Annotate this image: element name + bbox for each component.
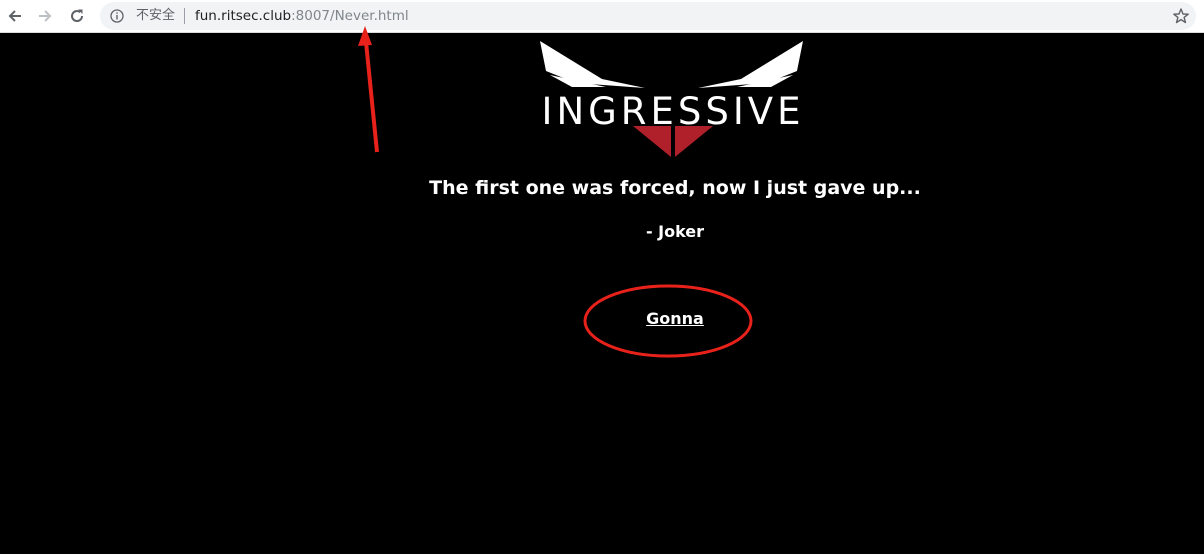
security-status-label[interactable]: 不安全 bbox=[136, 7, 175, 25]
url-host: fun.ritsec.club bbox=[195, 8, 292, 24]
gonna-link[interactable]: Gonna bbox=[600, 308, 750, 330]
ingressive-logo: INGRESSIVE bbox=[506, 41, 840, 159]
forward-arrow-icon bbox=[39, 10, 52, 22]
reload-icon bbox=[71, 9, 84, 22]
quote-author: - Joker bbox=[645, 222, 705, 241]
url-path: :8007/Never.html bbox=[291, 8, 409, 24]
bookmark-star-icon[interactable] bbox=[1172, 7, 1190, 25]
quote-heading: The first one was forced, now I just gav… bbox=[429, 177, 921, 199]
back-button[interactable] bbox=[3, 4, 27, 28]
reload-button[interactable] bbox=[65, 4, 89, 28]
browser-toolbar: 不安全 fun.ritsec.club:8007/Never.html bbox=[0, 0, 1204, 33]
info-icon[interactable] bbox=[110, 9, 124, 23]
address-separator bbox=[184, 8, 185, 24]
address-bar[interactable]: 不安全 fun.ritsec.club:8007/Never.html bbox=[100, 2, 1196, 30]
forward-button[interactable] bbox=[33, 4, 57, 28]
logo-wordmark: INGRESSIVE bbox=[541, 90, 805, 133]
url-text[interactable]: fun.ritsec.club:8007/Never.html bbox=[195, 7, 409, 25]
back-arrow-icon bbox=[8, 10, 21, 22]
page-content: INGRESSIVE The first one was forced, now… bbox=[0, 33, 1204, 554]
